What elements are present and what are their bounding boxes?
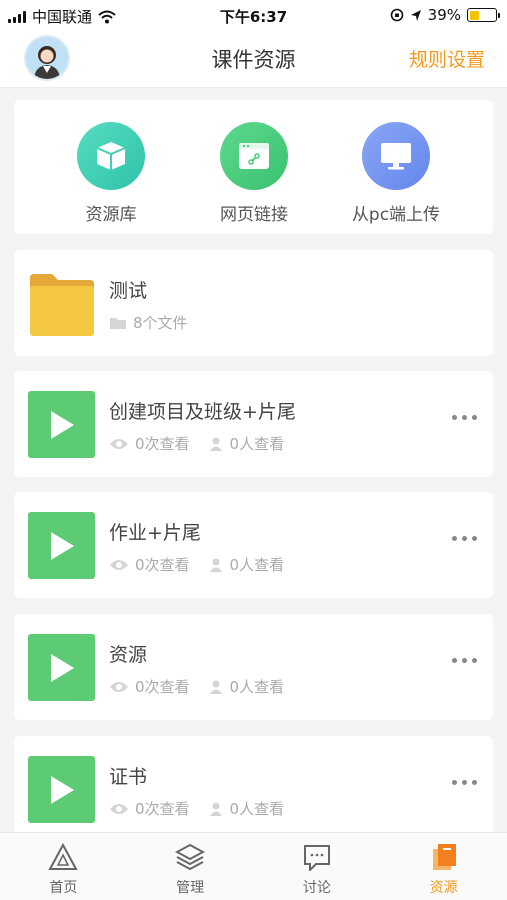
view-count: 0次查看 bbox=[135, 556, 190, 574]
play-icon bbox=[50, 653, 74, 682]
resource-meta: 0次查看 0人查看 bbox=[109, 798, 302, 819]
video-thumbnail[interactable] bbox=[28, 391, 95, 458]
battery-icon bbox=[467, 8, 500, 22]
view-count: 0次查看 bbox=[135, 678, 190, 696]
resource-library-label: 资源库 bbox=[85, 205, 137, 225]
resource-book-icon bbox=[432, 844, 456, 870]
viewer-count: 0人查看 bbox=[229, 678, 285, 696]
resource-meta: 0次查看 0人查看 bbox=[109, 433, 302, 454]
viewer-count: 0人查看 bbox=[229, 435, 285, 453]
eye-icon bbox=[110, 559, 128, 570]
view-count: 0次查看 bbox=[135, 800, 190, 818]
eye-icon bbox=[110, 803, 128, 814]
video-thumbnail[interactable] bbox=[28, 512, 95, 579]
more-icon[interactable] bbox=[452, 415, 477, 420]
eye-icon bbox=[110, 681, 128, 692]
viewer-count: 0人查看 bbox=[229, 800, 285, 818]
more-icon[interactable] bbox=[452, 780, 477, 785]
person-icon bbox=[209, 437, 222, 451]
resource-title: 创建项目及班级+片尾 bbox=[109, 401, 296, 423]
tab-resources[interactable]: 资源 bbox=[380, 833, 507, 900]
web-link-label: 网页链接 bbox=[220, 205, 288, 225]
resource-card[interactable]: 创建项目及班级+片尾 0次查看 0人查看 bbox=[14, 371, 493, 477]
play-icon bbox=[50, 775, 74, 804]
person-icon bbox=[209, 558, 222, 572]
tab-home-label: 首页 bbox=[49, 880, 78, 896]
header: 课件资源 规则设置 bbox=[0, 30, 507, 88]
browser-link-icon bbox=[220, 122, 288, 190]
resource-library-button[interactable]: 资源库 bbox=[51, 122, 171, 225]
folder-card[interactable]: 测试 8个文件 bbox=[14, 250, 493, 356]
viewer-count: 0人查看 bbox=[229, 556, 285, 574]
tab-bar: 首页 管理 讨论 资源 bbox=[0, 832, 507, 900]
tab-discussion-label: 讨论 bbox=[302, 880, 331, 896]
tab-manage[interactable]: 管理 bbox=[127, 833, 254, 900]
tab-manage-label: 管理 bbox=[176, 880, 205, 896]
rule-settings-button[interactable]: 规则设置 bbox=[409, 45, 485, 72]
folder-icon bbox=[28, 270, 95, 337]
resource-card[interactable]: 作业+片尾 0次查看 0人查看 bbox=[14, 492, 493, 598]
home-triangle-icon bbox=[48, 843, 79, 870]
tab-resources-label: 资源 bbox=[429, 880, 458, 896]
resource-title: 资源 bbox=[109, 644, 148, 666]
small-folder-icon bbox=[110, 317, 126, 329]
more-icon[interactable] bbox=[452, 536, 477, 541]
video-thumbnail[interactable] bbox=[28, 756, 95, 823]
folder-title: 测试 bbox=[109, 280, 148, 302]
resource-card[interactable]: 证书 0次查看 0人查看 bbox=[14, 736, 493, 832]
resource-meta: 0次查看 0人查看 bbox=[109, 554, 302, 575]
folder-meta: 8个文件 bbox=[109, 312, 206, 333]
resource-title: 证书 bbox=[109, 766, 148, 788]
resource-card[interactable]: 资源 0次查看 0人查看 bbox=[14, 614, 493, 720]
play-icon bbox=[50, 531, 74, 560]
layers-icon bbox=[175, 843, 206, 871]
status-bar: 中国联通 下午6:37 39% bbox=[0, 0, 507, 30]
resource-title: 作业+片尾 bbox=[109, 522, 201, 544]
resource-meta: 0次查看 0人查看 bbox=[109, 676, 302, 697]
eye-icon bbox=[110, 438, 128, 449]
monitor-icon bbox=[362, 122, 430, 190]
location-icon bbox=[410, 9, 421, 21]
more-icon[interactable] bbox=[452, 658, 477, 663]
quick-actions-card: 资源库 网页链接 从pc端上传 bbox=[14, 100, 493, 234]
pc-upload-label: 从pc端上传 bbox=[351, 205, 441, 225]
play-icon bbox=[50, 410, 74, 439]
box-icon bbox=[77, 122, 145, 190]
battery-percent: 39% bbox=[427, 6, 461, 24]
pc-upload-button[interactable]: 从pc端上传 bbox=[336, 122, 456, 225]
tab-discussion[interactable]: 讨论 bbox=[254, 833, 381, 900]
folder-file-count: 8个文件 bbox=[133, 314, 188, 332]
person-icon bbox=[209, 802, 222, 816]
person-icon bbox=[209, 680, 222, 694]
tab-home[interactable]: 首页 bbox=[0, 833, 127, 900]
chat-icon bbox=[303, 845, 330, 871]
video-thumbnail[interactable] bbox=[28, 634, 95, 701]
view-count: 0次查看 bbox=[135, 435, 190, 453]
orientation-lock-icon bbox=[390, 8, 403, 22]
web-link-button[interactable]: 网页链接 bbox=[194, 122, 314, 225]
